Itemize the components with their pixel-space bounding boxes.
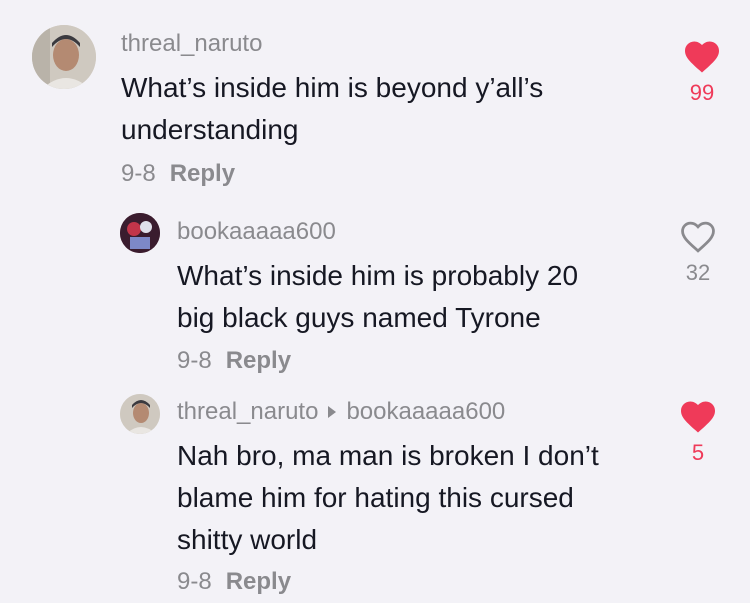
like-button[interactable]: 32 <box>673 220 723 286</box>
heart-outline-icon <box>681 221 715 253</box>
like-button[interactable]: 99 <box>677 40 727 106</box>
reply-to-username[interactable]: bookaaaaa600 <box>346 398 505 425</box>
comment-date: 9-8 <box>177 347 212 374</box>
comment-meta: 9-8 Reply <box>177 347 291 375</box>
avatar[interactable] <box>120 213 160 253</box>
heart-filled-icon <box>685 41 719 73</box>
comment-username[interactable]: threal_naruto <box>121 30 262 58</box>
comment-text-line: understanding <box>121 114 299 145</box>
reply-button[interactable]: Reply <box>226 568 291 595</box>
comment-meta: 9-8 Reply <box>177 568 291 596</box>
avatar[interactable] <box>32 25 96 89</box>
comment-text: What’s inside him is beyond y’all’s unde… <box>121 67 543 151</box>
reply-arrow-icon <box>328 405 337 418</box>
user-avatar-icon <box>120 213 160 253</box>
comment-text: Nah bro, ma man is broken I don’t blame … <box>177 435 599 561</box>
comment-text-line: What’s inside him is beyond y’all’s <box>121 72 544 103</box>
comment-text-line: What’s inside him is probably 20 <box>177 260 579 291</box>
user-avatar-icon <box>120 394 160 434</box>
user-avatar-icon <box>32 25 96 89</box>
comment-text-line: shitty world <box>177 524 318 555</box>
like-count: 32 <box>685 260 711 285</box>
like-count: 99 <box>689 80 715 105</box>
comment-date: 9-8 <box>177 568 212 595</box>
comment-meta: 9-8 Reply <box>121 160 235 188</box>
comment-text-line: Nah bro, ma man is broken I don’t <box>177 440 599 471</box>
comment-text-line: blame him for hating this cursed <box>177 482 574 513</box>
like-button[interactable]: 5 <box>673 400 723 466</box>
comment-username[interactable]: bookaaaaa600 <box>177 218 336 246</box>
comment-date: 9-8 <box>121 160 156 187</box>
reply-button[interactable]: Reply <box>170 160 235 187</box>
heart-filled-icon <box>681 401 715 433</box>
comment-text-line: big black guys named Tyrone <box>177 302 541 333</box>
avatar[interactable] <box>120 394 160 434</box>
comment-username-link[interactable]: threal_naruto <box>177 398 318 425</box>
comment-text: What’s inside him is probably 20 big bla… <box>177 255 578 339</box>
comment-username: threal_naruto bookaaaaa600 <box>177 398 505 426</box>
reply-button[interactable]: Reply <box>226 347 291 374</box>
like-count: 5 <box>691 440 705 465</box>
